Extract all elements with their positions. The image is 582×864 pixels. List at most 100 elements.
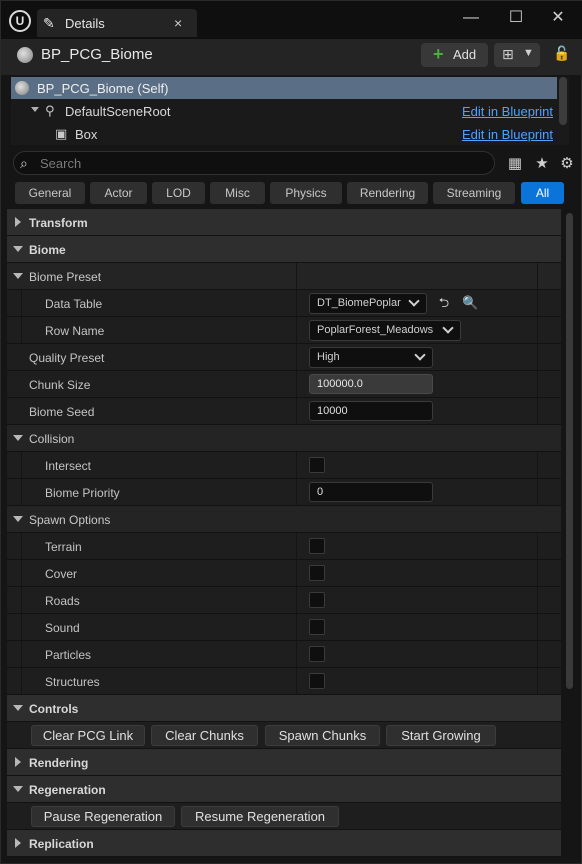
- category-label: Transform: [29, 216, 88, 230]
- maximize-button[interactable]: ☐: [504, 7, 528, 29]
- column-divider: [537, 641, 538, 668]
- box-component-icon: ▣: [55, 126, 68, 141]
- tab-label: Details: [65, 16, 105, 31]
- row-name-combo[interactable]: PoplarForest_Meadows: [309, 320, 461, 341]
- search-box[interactable]: ⌕: [13, 151, 495, 175]
- details-scrollbar[interactable]: [566, 213, 573, 689]
- group-spawn-options[interactable]: Spawn Options: [7, 506, 561, 533]
- tree-item-default-scene-root[interactable]: ⚲ DefaultSceneRoot Edit in Blueprint: [11, 100, 557, 122]
- column-divider: [296, 398, 297, 425]
- category-replication[interactable]: Replication: [7, 830, 561, 857]
- column-divider: [296, 344, 297, 371]
- category-controls[interactable]: Controls: [7, 695, 561, 722]
- category-label: Biome: [29, 243, 66, 257]
- sound-checkbox[interactable]: [309, 619, 325, 635]
- tab-close-icon[interactable]: ×: [174, 15, 182, 31]
- edit-in-blueprint-link[interactable]: Edit in Blueprint: [462, 104, 553, 119]
- column-divider: [296, 263, 297, 290]
- group-biome-preset[interactable]: Biome Preset: [7, 263, 561, 290]
- column-divider: [296, 587, 297, 614]
- property-sound: Sound: [7, 614, 561, 641]
- property-label: Chunk Size: [29, 378, 91, 392]
- resume-regeneration-button[interactable]: Resume Regeneration: [181, 806, 339, 827]
- column-divider: [537, 587, 538, 614]
- filter-tab-lod[interactable]: LOD: [152, 182, 205, 204]
- favorites-star-icon[interactable]: ★: [533, 154, 551, 172]
- filter-tab-misc[interactable]: Misc: [210, 182, 265, 204]
- title-bar: U ✎ Details × — ☐ ✕: [1, 1, 582, 39]
- group-collision[interactable]: Collision: [7, 425, 561, 452]
- property-label: Quality Preset: [29, 351, 105, 365]
- tree-scrollbar[interactable]: [559, 77, 567, 125]
- expand-arrow-icon: [15, 217, 21, 227]
- spawn-chunks-button[interactable]: Spawn Chunks: [265, 725, 380, 746]
- tree-item-self[interactable]: BP_PCG_Biome (Self): [11, 77, 557, 99]
- pause-regeneration-button[interactable]: Pause Regeneration: [31, 806, 175, 827]
- browse-asset-icon[interactable]: 🔍: [462, 295, 478, 311]
- pencil-icon: ✎: [43, 15, 55, 31]
- roads-checkbox[interactable]: [309, 592, 325, 608]
- indent-bar: [21, 533, 22, 560]
- collapse-arrow-icon: [13, 273, 23, 279]
- category-transform[interactable]: Transform: [7, 209, 561, 236]
- indent-bar: [21, 668, 22, 695]
- cover-checkbox[interactable]: [309, 565, 325, 581]
- property-label: Sound: [45, 621, 80, 635]
- indent-bar: [21, 290, 22, 317]
- blueprint-options-button[interactable]: ⊞ ▼: [494, 43, 540, 67]
- close-window-button[interactable]: ✕: [546, 7, 570, 29]
- category-label: Replication: [29, 837, 94, 851]
- column-divider: [296, 452, 297, 479]
- tree-item-box[interactable]: ▣ Box Edit in Blueprint: [11, 123, 557, 145]
- clear-pcg-link-button[interactable]: Clear PCG Link: [31, 725, 145, 746]
- column-divider: [296, 290, 297, 317]
- filter-tab-all[interactable]: All: [521, 182, 564, 204]
- collapse-arrow-icon: [13, 786, 23, 792]
- column-divider: [537, 398, 538, 425]
- indent-bar: [21, 614, 22, 641]
- structures-checkbox[interactable]: [309, 673, 325, 689]
- property-structures: Structures: [7, 668, 561, 695]
- add-component-button[interactable]: + Add: [421, 43, 488, 67]
- quality-preset-combo[interactable]: High: [309, 347, 433, 368]
- filter-tab-general[interactable]: General: [15, 182, 85, 204]
- filter-tab-actor[interactable]: Actor: [90, 182, 147, 204]
- category-rendering[interactable]: Rendering: [7, 749, 561, 776]
- property-matrix-icon[interactable]: ▦: [506, 154, 524, 172]
- data-table-combo[interactable]: DT_BiomePoplar: [309, 293, 427, 314]
- hierarchy-icon: ⊞: [502, 46, 514, 62]
- search-input[interactable]: [40, 154, 480, 172]
- start-growing-button[interactable]: Start Growing: [386, 725, 496, 746]
- clear-chunks-button[interactable]: Clear Chunks: [151, 725, 258, 746]
- filter-tab-physics[interactable]: Physics: [270, 182, 342, 204]
- indent-bar: [21, 479, 22, 506]
- category-label: Regeneration: [29, 783, 106, 797]
- combo-value: PoplarForest_Meadows: [317, 324, 434, 336]
- expand-arrow-icon[interactable]: [31, 107, 39, 112]
- use-selected-asset-icon[interactable]: ⮌: [436, 295, 452, 311]
- chevron-down-icon: ▼: [523, 47, 534, 59]
- category-label: Controls: [29, 702, 79, 716]
- intersect-checkbox[interactable]: [309, 457, 325, 473]
- particles-checkbox[interactable]: [309, 646, 325, 662]
- filter-tab-rendering[interactable]: Rendering: [347, 182, 428, 204]
- edit-in-blueprint-link[interactable]: Edit in Blueprint: [462, 127, 553, 142]
- collapse-arrow-icon: [13, 435, 23, 441]
- lock-icon[interactable]: 🔓: [553, 45, 570, 63]
- filter-tab-streaming[interactable]: Streaming: [433, 182, 515, 204]
- biome-seed-field[interactable]: 10000: [309, 401, 433, 421]
- tab-details[interactable]: ✎ Details ×: [37, 9, 197, 37]
- group-label: Collision: [29, 432, 75, 446]
- terrain-checkbox[interactable]: [309, 538, 325, 554]
- biome-priority-field[interactable]: 0: [309, 482, 433, 502]
- add-label: Add: [453, 47, 477, 62]
- property-biome-priority: Biome Priority 0: [7, 479, 561, 506]
- category-regeneration[interactable]: Regeneration: [7, 776, 561, 803]
- chunk-size-field[interactable]: 100000.0: [309, 374, 433, 394]
- settings-gear-icon[interactable]: ⚙: [558, 154, 576, 172]
- column-divider: [537, 533, 538, 560]
- category-biome[interactable]: Biome: [7, 236, 561, 263]
- minimize-button[interactable]: —: [459, 7, 483, 29]
- column-divider: [537, 560, 538, 587]
- column-divider: [537, 344, 538, 371]
